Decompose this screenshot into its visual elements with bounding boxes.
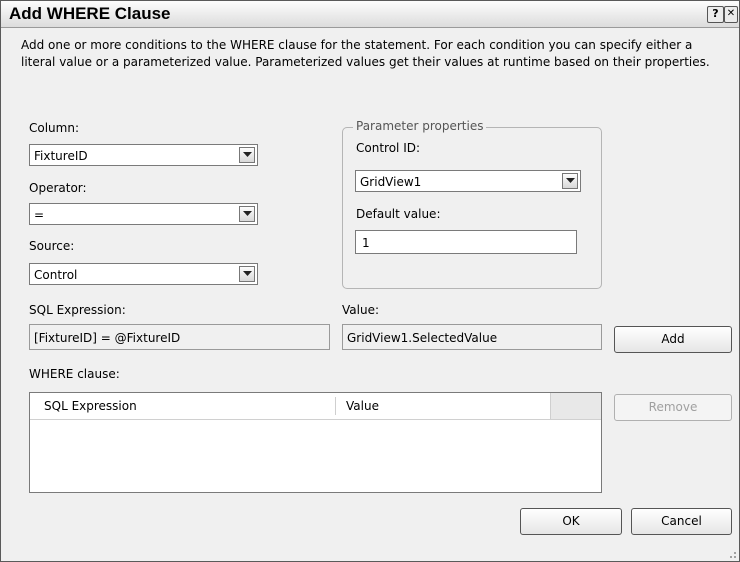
operator-dropdown[interactable]: = (29, 203, 258, 225)
column-header-value[interactable]: Value (346, 399, 379, 413)
source-label: Source: (29, 239, 75, 253)
remove-button[interactable]: Remove (614, 394, 732, 421)
source-value: Control (34, 268, 78, 282)
column-label: Column: (29, 121, 79, 135)
resize-grip-icon[interactable] (727, 549, 737, 559)
control-id-value: GridView1 (360, 175, 422, 189)
chevron-down-icon[interactable] (562, 173, 578, 189)
column-header-sql-expression[interactable]: SQL Expression (44, 399, 137, 413)
title-bar[interactable]: Add WHERE Clause ? ✕ (1, 1, 739, 28)
add-button[interactable]: Add (614, 326, 732, 353)
control-id-dropdown[interactable]: GridView1 (355, 170, 581, 192)
operator-label: Operator: (29, 181, 87, 195)
sql-expression-value: [FixtureID] = @FixtureID (34, 331, 181, 345)
control-id-label: Control ID: (356, 141, 421, 155)
chevron-down-icon[interactable] (239, 266, 255, 282)
add-where-clause-dialog: Add WHERE Clause ? ✕ Add one or more con… (0, 0, 740, 562)
cancel-button[interactable]: Cancel (631, 508, 732, 535)
value-text: GridView1.SelectedValue (347, 331, 498, 345)
column-dropdown[interactable]: FixtureID (29, 144, 258, 166)
column-value: FixtureID (34, 149, 88, 163)
sql-expression-field: [FixtureID] = @FixtureID (29, 324, 330, 350)
parameter-properties-legend: Parameter properties (353, 119, 487, 133)
list-header: SQL Expression Value (30, 393, 601, 420)
close-button[interactable]: ✕ (724, 6, 738, 23)
ok-button[interactable]: OK (520, 508, 622, 535)
where-clause-list[interactable]: SQL Expression Value (29, 392, 602, 493)
sql-expression-label: SQL Expression: (29, 303, 126, 317)
value-label: Value: (342, 303, 379, 317)
source-dropdown[interactable]: Control (29, 263, 258, 285)
chevron-down-icon[interactable] (239, 147, 255, 163)
default-value-label: Default value: (356, 207, 441, 221)
column-divider[interactable] (335, 397, 336, 415)
value-field: GridView1.SelectedValue (342, 324, 602, 350)
default-value-text: 1 (362, 236, 370, 250)
window-title: Add WHERE Clause (9, 4, 171, 23)
operator-value: = (34, 208, 45, 222)
where-clause-label: WHERE clause: (29, 367, 120, 381)
description-text: Add one or more conditions to the WHERE … (21, 38, 710, 69)
chevron-down-icon[interactable] (239, 206, 255, 222)
help-button[interactable]: ? (707, 6, 724, 23)
default-value-input[interactable]: 1 (355, 230, 577, 254)
header-filler (550, 393, 601, 419)
